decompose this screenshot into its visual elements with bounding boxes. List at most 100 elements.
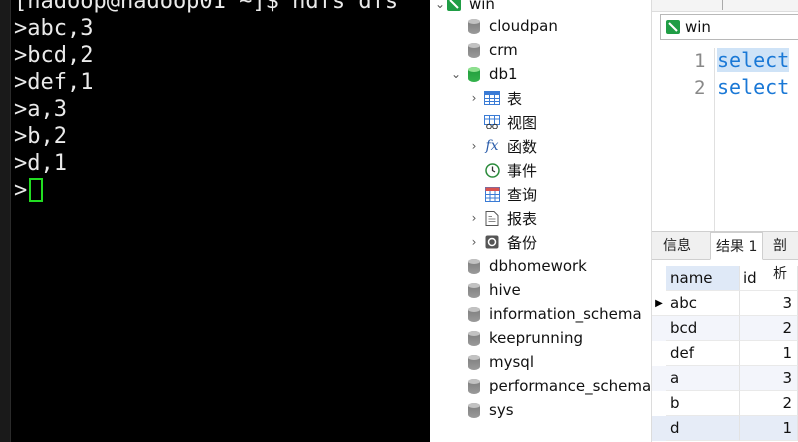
view-icon (484, 114, 500, 130)
tree-item-tables[interactable]: › 表 (468, 86, 522, 110)
tree-item-label: 查询 (507, 185, 538, 204)
cell-name[interactable]: b (666, 391, 740, 416)
cell-name[interactable]: def (666, 341, 740, 366)
sql-line-selected[interactable]: select (717, 48, 790, 72)
cell-id[interactable]: 3 (740, 291, 798, 316)
column-header-name[interactable]: name (666, 266, 740, 291)
tree-item-label: hive (489, 281, 521, 299)
query-icon (484, 186, 500, 202)
chevron-right-icon[interactable]: › (468, 91, 480, 105)
tree-item-reports[interactable]: › 报表 (468, 206, 537, 230)
terminal-output: [hadoop@hadoop01 ~]$ hdfs dfs >abc,3 >bc… (14, 0, 398, 204)
table-row[interactable]: ▶ abc 3 (652, 291, 798, 316)
tree-item-label: 事件 (507, 161, 538, 180)
table-row[interactable]: b 2 (652, 391, 798, 416)
tree-item-label: information_schema (489, 305, 642, 323)
line-number: 1 (694, 50, 706, 72)
tree-db-cloudpan[interactable]: cloudpan (468, 14, 558, 38)
tree-db-hive[interactable]: hive (468, 278, 521, 302)
database-icon (468, 306, 480, 322)
tree-db-information-schema[interactable]: information_schema (468, 302, 642, 326)
table-row[interactable]: bcd 2 (652, 316, 798, 341)
tab-profile[interactable]: 剖析 (768, 232, 798, 282)
tree-item-label: 报表 (507, 209, 538, 228)
tree-item-label: cloudpan (489, 17, 558, 35)
chevron-down-icon[interactable]: ⌄ (434, 0, 446, 11)
function-icon: fx (485, 138, 499, 154)
cell-name[interactable]: a (666, 366, 740, 391)
editor-tab-bar (652, 0, 798, 12)
database-open-icon (468, 66, 480, 82)
line-number: 2 (694, 77, 706, 99)
tab-result-1[interactable]: 结果 1 (710, 232, 764, 260)
connection-select[interactable]: win (660, 14, 798, 40)
database-icon (468, 378, 480, 394)
results-panel: 信息 结果 1 剖析 name id ▶ abc 3 bcd 2 def 1 a… (652, 231, 798, 442)
cell-id[interactable]: 2 (740, 316, 798, 341)
tree-db-keeprunning[interactable]: keeprunning (468, 326, 583, 350)
connection-icon (446, 0, 462, 12)
tree-item-label: sys (489, 401, 514, 419)
tree-db-performance-schema[interactable]: performance_schema (468, 374, 651, 398)
table-row[interactable]: def 1 (652, 341, 798, 366)
terminal-line: >b,2 (14, 124, 67, 149)
terminal-line: >def,1 (14, 70, 94, 95)
tree-item-queries[interactable]: 查询 (484, 182, 537, 206)
tree-item-label: keeprunning (489, 329, 584, 347)
cell-id[interactable]: 1 (740, 341, 798, 366)
tree-item-label: 函数 (507, 137, 538, 156)
cell-name[interactable]: bcd (666, 316, 740, 341)
tree-item-views[interactable]: 视图 (484, 110, 537, 134)
terminal-scrollbar[interactable] (0, 0, 11, 442)
tree-item-functions[interactable]: › fx 函数 (468, 134, 537, 158)
clock-icon (484, 162, 500, 178)
sql-line[interactable]: select (717, 75, 789, 99)
tree-item-label: 表 (507, 89, 523, 108)
column-header-id[interactable]: id (740, 266, 798, 291)
tree-item-backups[interactable]: › 备份 (468, 230, 537, 254)
terminal-line: >bcd,2 (14, 43, 94, 68)
tree-db-mysql[interactable]: mysql (468, 350, 534, 374)
terminal-line: >d,1 (14, 151, 67, 176)
cell-name[interactable]: abc (666, 291, 740, 316)
database-icon (468, 402, 480, 418)
grid-header-row: name id (652, 266, 798, 291)
table-row[interactable]: a 3 (652, 366, 798, 391)
table-row[interactable]: d 1 (652, 416, 798, 441)
database-icon (468, 330, 480, 346)
tree-item-events[interactable]: 事件 (484, 158, 537, 182)
current-row-indicator-icon: ▶ (652, 291, 666, 316)
database-icon (468, 42, 480, 58)
terminal-prompt-line[interactable]: > (14, 177, 398, 204)
tab-divider (722, 0, 723, 10)
tree-item-label: performance_schema (489, 377, 652, 395)
cell-id[interactable]: 2 (740, 391, 798, 416)
terminal-window[interactable]: [hadoop@hadoop01 ~]$ hdfs dfs >abc,3 >bc… (0, 0, 430, 442)
terminal-cursor (29, 178, 44, 202)
tab-info[interactable]: 信息 (658, 232, 696, 260)
tree-db-dbhomework[interactable]: dbhomework (468, 254, 587, 278)
line-number-gutter: 1 2 (652, 48, 714, 231)
cell-id[interactable]: 1 (740, 416, 798, 441)
cell-id[interactable]: 3 (740, 366, 798, 391)
sql-text-area[interactable]: select select (714, 48, 798, 231)
database-icon (468, 258, 480, 274)
tree-db-db1[interactable]: ⌄ db1 (450, 62, 518, 86)
tree-db-sys[interactable]: sys (468, 398, 514, 422)
chevron-down-icon[interactable]: ⌄ (450, 67, 462, 81)
tree-item-label: mysql (489, 353, 534, 371)
tree-item-label: dbhomework (489, 257, 587, 275)
table-icon (484, 90, 500, 106)
database-icon (468, 282, 480, 298)
tree-item-label: 视图 (507, 113, 538, 132)
tree-item-label: 备份 (507, 233, 538, 252)
chevron-right-icon[interactable]: › (468, 139, 480, 153)
object-navigator[interactable]: ⌄ win cloudpan crm ⌄ db1 › 表 视图 › fx 函数 (430, 0, 652, 442)
query-editor[interactable]: win 1 2 select select (652, 0, 798, 231)
tree-db-crm[interactable]: crm (468, 38, 518, 62)
connection-label: win (469, 0, 495, 13)
chevron-right-icon[interactable]: › (468, 235, 480, 249)
chevron-right-icon[interactable]: › (468, 211, 480, 225)
database-icon (468, 354, 480, 370)
cell-name[interactable]: d (666, 416, 740, 441)
